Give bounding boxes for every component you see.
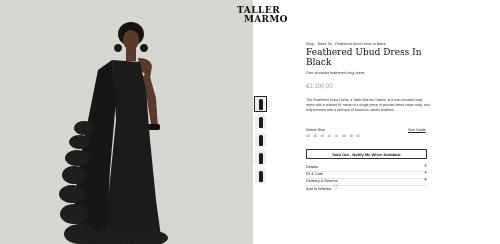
product-title: Feathered Ubud Dress In Black [306,48,422,68]
size-option[interactable]: 50 [356,134,360,138]
plus-icon: + [424,170,427,176]
thumbnail-3[interactable] [255,133,266,147]
thumbnail-figure [258,170,263,182]
product-price: €2.100,00 [306,84,333,90]
accordion-label: Delivery & Returns [306,179,338,183]
product-hero-image[interactable] [0,0,253,244]
thumbnail-4[interactable] [255,151,266,165]
thumbnail-2[interactable] [255,115,266,129]
wishlist-label: Add to Wishlist [306,186,332,191]
heart-icon: ♡ [333,185,339,191]
size-option[interactable]: 38 [313,134,317,138]
thumbnail-figure [258,134,263,146]
thumbnail-1[interactable] [254,96,267,112]
breadcrumb[interactable]: Shop - Black Tie - Feathered Ubud Dress … [306,42,386,46]
thumbnail-figure [258,116,263,128]
accordion-label: Details [306,165,318,169]
size-option[interactable]: 36 [306,134,310,138]
size-option[interactable]: 44 [335,134,339,138]
thumbnail-figure [258,98,263,110]
model-in-dress-illustration [0,0,253,244]
plus-icon: + [424,177,427,183]
size-guide-link[interactable]: Size Guide [408,128,426,132]
sold-out-notify-button[interactable]: Sold Out - Notify Me When Available [306,149,427,159]
thumbnail-5[interactable] [255,169,266,183]
product-description: The Feathered Ubud Dress, a Taller Marmo… [306,98,430,113]
size-option[interactable]: 48 [349,134,353,138]
select-size-label: Select Size [306,128,325,132]
add-to-wishlist-button[interactable]: Add to Wishlist ♡ [306,185,339,191]
thumbnail-figure [258,152,263,164]
accordion-delivery-returns[interactable]: Delivery & Returns + [306,178,427,186]
plus-icon: + [424,163,427,169]
size-option[interactable]: 46 [342,134,346,138]
brand-logo[interactable]: TALLER MARMO [229,5,287,27]
size-option[interactable]: 40 [320,134,324,138]
accordion-label: Fit & Care [306,172,324,176]
thumbnail-list [254,96,267,187]
brand-logo-line2: MARMO [244,15,288,25]
product-subtitle: One-shoulder feathered long dress [306,71,365,75]
size-option[interactable]: 42 [328,134,332,138]
size-options: 36 38 40 42 44 46 48 50 [306,134,360,138]
